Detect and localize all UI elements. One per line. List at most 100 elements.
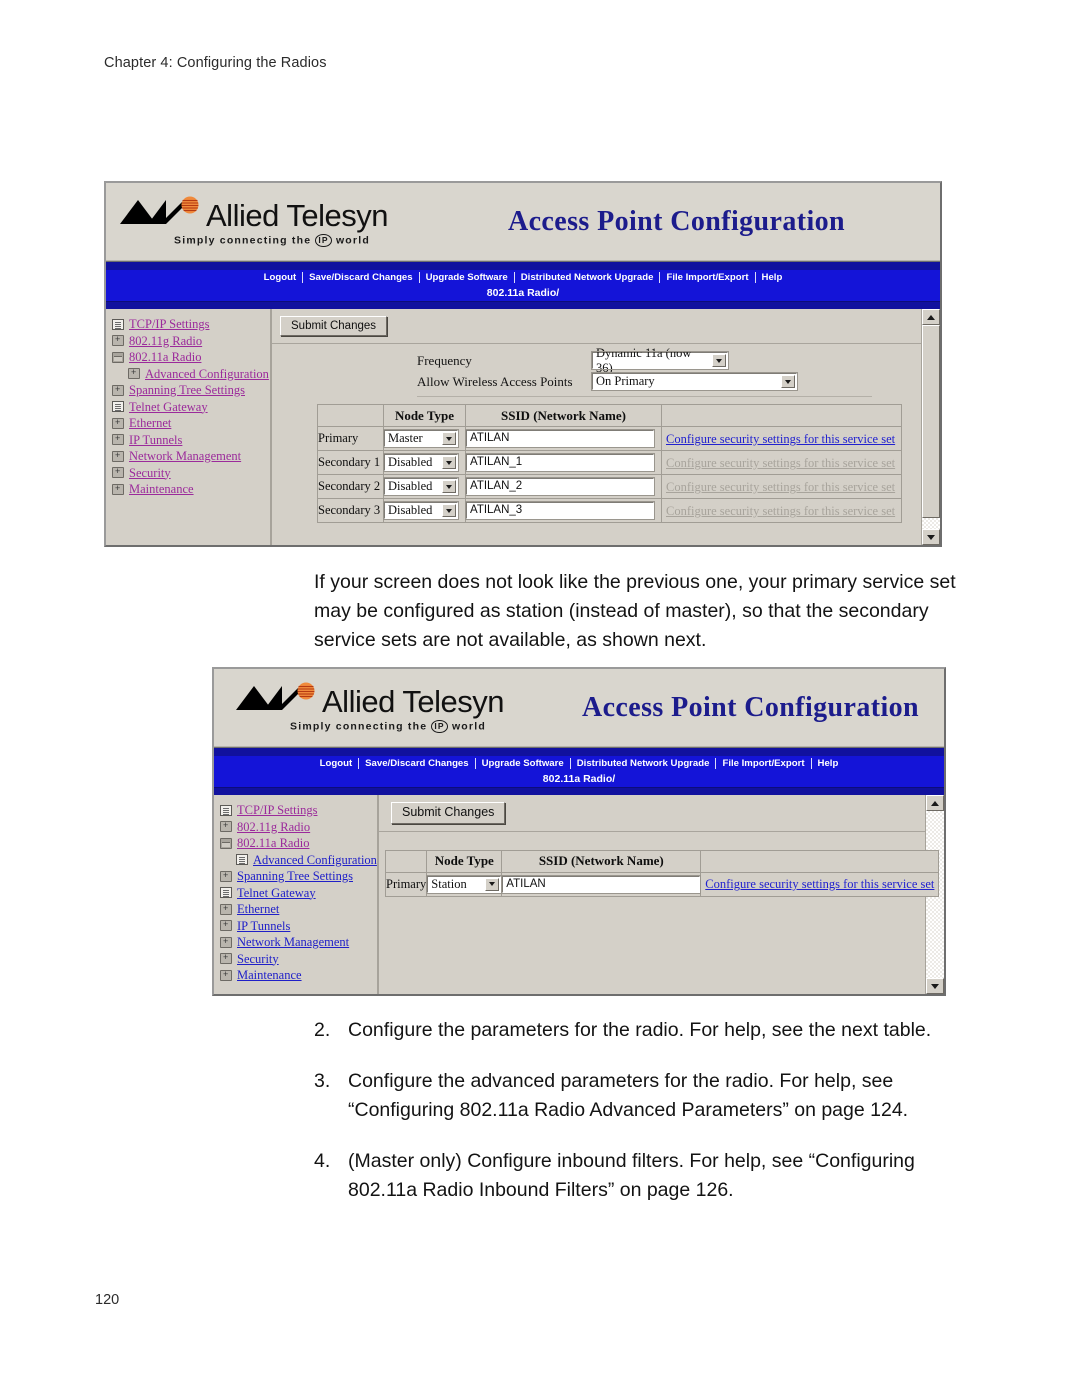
node-type-select-primary[interactable]: Station	[426, 874, 503, 894]
sidebar-item-tcpip-settings[interactable]: TCP/IP Settings	[220, 802, 373, 819]
logo-chevron-icon	[236, 682, 322, 717]
sidebar-item-label: 802.11g Radio	[237, 819, 311, 834]
chevron-down-icon[interactable]	[442, 456, 456, 470]
sidebar-item-ip-tunnels[interactable]: IP Tunnels	[220, 918, 373, 935]
sidebar-item-spanning-tree-settings[interactable]: Spanning Tree Settings	[112, 382, 266, 399]
allow-wireless-aps-select[interactable]: On Primary	[591, 372, 798, 392]
row-label-primary: Primary	[317, 426, 384, 452]
menu-separator	[569, 758, 571, 769]
ssid-input-secondary-1[interactable]: ATILAN_1	[465, 453, 655, 473]
sidebar-item-80211a-radio[interactable]: 802.11a Radio	[112, 349, 266, 366]
node-type-select-primary[interactable]: Master	[383, 429, 459, 449]
sidebar-item-80211g-radio[interactable]: 802.11g Radio	[112, 333, 266, 350]
table-row: Secondary 1 Disabled ATILAN_1 Configure …	[317, 450, 902, 476]
sidebar-item-ip-tunnels[interactable]: IP Tunnels	[112, 432, 266, 449]
ip-badge-label: IP	[318, 235, 329, 245]
menu-item-help[interactable]: Help	[756, 273, 789, 283]
sidebar-item-security[interactable]: Security	[220, 951, 373, 968]
folder-icon	[112, 483, 124, 495]
chevron-down-icon[interactable]	[781, 375, 795, 389]
triangle-up-icon	[931, 800, 939, 806]
sidebar-item-label: Advanced Configuration	[253, 852, 377, 867]
breadcrumb: 802.11a Radio/	[106, 285, 940, 302]
security-link-cell: Configure security settings for this ser…	[661, 426, 902, 452]
menu-item-save-discard[interactable]: Save/Discard Changes	[359, 759, 474, 769]
sidebar-item-maintenance[interactable]: Maintenance	[220, 967, 373, 984]
frequency-select[interactable]: Dynamic 11a (now 36)	[591, 346, 729, 375]
nav-strip-top	[106, 261, 940, 270]
sidebar-item-label: 802.11a Radio	[129, 350, 202, 364]
sidebar-item-advanced-configuration[interactable]: Advanced Configuration	[220, 852, 377, 869]
sidebar-item-maintenance[interactable]: Maintenance	[112, 481, 266, 498]
ssid-input-primary[interactable]: ATILAN	[501, 874, 702, 894]
sidebar-item-telnet-gateway[interactable]: Telnet Gateway	[112, 399, 266, 416]
configure-security-link-primary[interactable]: Configure security settings for this ser…	[701, 877, 938, 891]
chevron-down-icon[interactable]	[442, 432, 456, 446]
page-icon	[112, 318, 124, 330]
configure-security-link-primary[interactable]: Configure security settings for this ser…	[662, 432, 899, 446]
menu-item-file-import-export[interactable]: File Import/Export	[660, 273, 754, 283]
sidebar-item-80211a-radio[interactable]: 802.11a Radio	[220, 835, 373, 852]
node-type-select-secondary-2[interactable]: Disabled	[383, 477, 459, 497]
node-type-cell: Master	[383, 426, 466, 452]
ssid-input-secondary-3[interactable]: ATILAN_3	[465, 501, 655, 521]
menu-item-upgrade-software[interactable]: Upgrade Software	[420, 273, 514, 283]
logo-tagline-end: world	[335, 234, 370, 247]
menu-separator	[810, 758, 812, 769]
col-header-node-type: Node Type	[383, 404, 466, 428]
main-menu-bar[interactable]: Logout Save/Discard Changes Upgrade Soft…	[106, 270, 940, 285]
chevron-down-icon[interactable]	[712, 354, 726, 368]
frequency-field-row: Frequency Dynamic 11a (now 36)	[272, 346, 921, 375]
page-icon	[220, 887, 232, 899]
menu-item-file-import-export[interactable]: File Import/Export	[716, 759, 810, 769]
ssid-input-secondary-2[interactable]: ATILAN_2	[465, 477, 655, 497]
menu-item-save-discard[interactable]: Save/Discard Changes	[303, 273, 418, 283]
submit-changes-button[interactable]: Submit Changes	[280, 316, 388, 337]
scrollbar-thumb[interactable]	[922, 325, 940, 518]
menu-item-logout[interactable]: Logout	[258, 273, 303, 283]
sidebar-item-80211g-radio[interactable]: 802.11g Radio	[220, 819, 373, 836]
sidebar-item-label: Maintenance	[129, 482, 194, 496]
sidebar-item-security[interactable]: Security	[112, 465, 266, 482]
main-menu-bar[interactable]: Logout Save/Discard Changes Upgrade Soft…	[214, 756, 944, 771]
scroll-down-button[interactable]	[926, 978, 944, 994]
sidebar-item-network-management[interactable]: Network Management	[220, 934, 373, 951]
sidebar-item-spanning-tree-settings[interactable]: Spanning Tree Settings	[220, 868, 373, 885]
sidebar-item-ethernet[interactable]: Ethernet	[112, 415, 266, 432]
page-icon	[236, 854, 248, 866]
menu-item-upgrade-software[interactable]: Upgrade Software	[476, 759, 570, 769]
folder-open-icon	[220, 837, 232, 849]
breadcrumb: 802.11a Radio/	[214, 771, 944, 788]
folder-icon	[220, 952, 232, 965]
sidebar-item-telnet-gateway[interactable]: Telnet Gateway	[220, 885, 373, 902]
node-type-select-secondary-1[interactable]: Disabled	[383, 453, 459, 473]
configure-security-link-secondary-3: Configure security settings for this ser…	[666, 503, 896, 518]
app-title: Access Point Configuration	[507, 205, 846, 237]
logo-tagline: Simply connecting the IP world	[120, 234, 388, 247]
node-type-value: Disabled	[388, 479, 433, 494]
menu-item-distributed-upgrade[interactable]: Distributed Network Upgrade	[571, 759, 716, 769]
chevron-down-icon[interactable]	[442, 480, 456, 494]
chevron-down-icon[interactable]	[485, 877, 500, 891]
menu-separator	[418, 272, 420, 283]
sidebar-item-label: Telnet Gateway	[237, 885, 316, 900]
vertical-scrollbar[interactable]	[921, 309, 940, 545]
scroll-up-button[interactable]	[926, 795, 944, 811]
scrollbar-track[interactable]	[922, 518, 940, 529]
ssid-input-primary[interactable]: ATILAN	[465, 429, 655, 449]
security-link-cell: Configure security settings for this ser…	[661, 474, 902, 500]
sidebar-item-network-management[interactable]: Network Management	[112, 448, 266, 465]
sidebar-item-ethernet[interactable]: Ethernet	[220, 901, 373, 918]
scroll-up-button[interactable]	[922, 309, 940, 325]
node-type-value: Station	[431, 876, 467, 891]
menu-item-help[interactable]: Help	[812, 759, 845, 769]
sidebar-item-advanced-configuration[interactable]: Advanced Configuration	[112, 366, 269, 383]
submit-changes-button[interactable]: Submit Changes	[391, 802, 506, 824]
menu-item-logout[interactable]: Logout	[314, 759, 359, 769]
menu-separator	[659, 272, 661, 283]
node-type-select-secondary-3[interactable]: Disabled	[383, 501, 459, 521]
menu-item-distributed-upgrade[interactable]: Distributed Network Upgrade	[515, 273, 660, 283]
scroll-down-button[interactable]	[922, 529, 940, 545]
sidebar-item-tcpip-settings[interactable]: TCP/IP Settings	[112, 316, 266, 333]
chevron-down-icon[interactable]	[442, 504, 456, 518]
